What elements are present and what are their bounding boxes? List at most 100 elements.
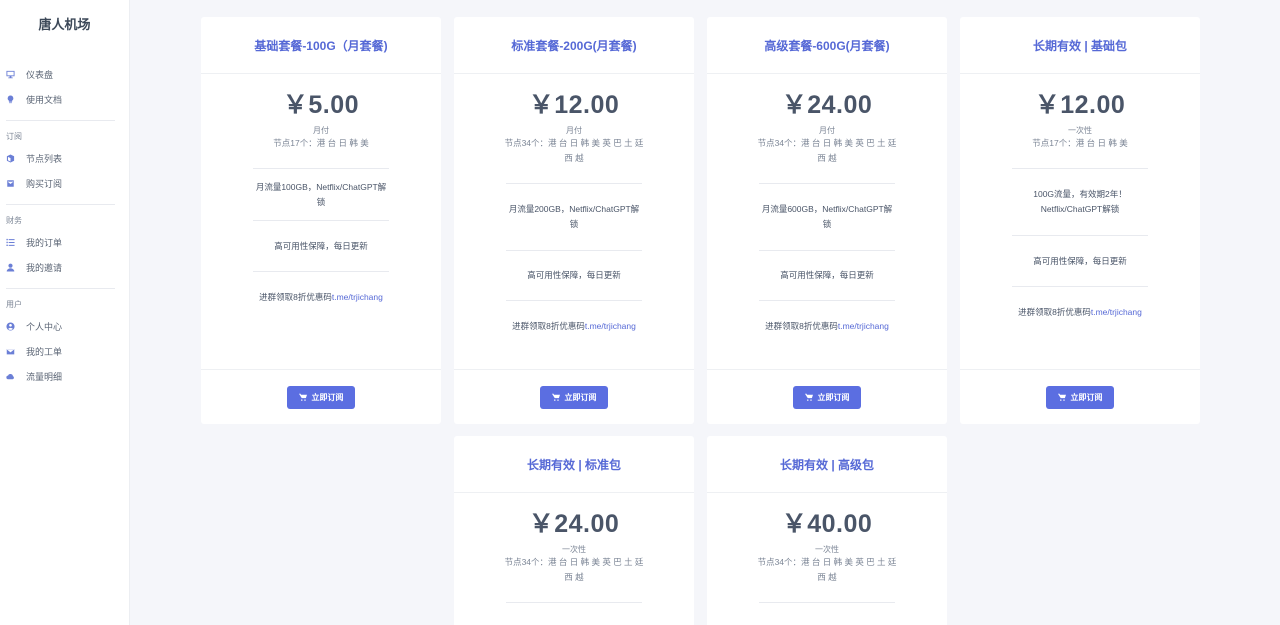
cart-icon	[804, 393, 813, 401]
plan-promo: 进群领取8折优惠码 t.me/trjichang	[759, 300, 895, 352]
plan-price: ￥12.00	[528, 91, 620, 119]
brand-title: 唐人机场	[38, 16, 91, 32]
plan-feature: 高可用性保障，每日更新	[1012, 235, 1148, 286]
plan-card: 高级套餐-600G(月套餐) ￥24.00 月付 节点34个：港 台 日 韩 美…	[707, 17, 947, 424]
plan-period: 一次性	[562, 545, 586, 554]
sidebar-item-label: 我的邀请	[26, 263, 63, 273]
promo-link[interactable]: t.me/trjichang	[332, 290, 383, 305]
user-circle-icon	[6, 322, 15, 331]
cart-icon	[6, 179, 15, 188]
plan-feature-text: 高可用性保障，每日更新	[527, 270, 621, 280]
plan-footer: 立即订阅	[960, 369, 1200, 424]
plan-feature-text: 月流量600GB，Netflix/ChatGPT解锁	[761, 204, 893, 229]
sidebar-item-buy[interactable]: 购买订阅	[0, 171, 129, 196]
plan-nodes: 节点17个：港 台 日 韩 美	[273, 138, 369, 148]
plan-card: 长期有效 | 高级包 ￥40.00 一次性 节点34个：港 台 日 韩 美 英 …	[707, 436, 947, 625]
cart-icon	[298, 393, 307, 401]
plan-period: 月付	[313, 126, 329, 135]
plan-nodes: 节点34个：港 台 日 韩 美 英 巴 土 廷 西 越	[504, 557, 644, 582]
plan-feature-text: 高可用性保障，每日更新	[274, 240, 368, 251]
promo-text: 进群领取8折优惠码	[1018, 307, 1091, 317]
cube-icon	[6, 154, 15, 163]
nav-section-title: 财务	[6, 216, 22, 225]
plan-feature: 高可用性保障，每日更新	[506, 250, 642, 300]
plan-nodes: 节点34个：港 台 日 韩 美 英 巴 土 廷 西 越	[504, 138, 644, 163]
subscribe-button[interactable]: 立即订阅	[540, 385, 608, 409]
sidebar-item-label: 个人中心	[26, 322, 63, 332]
plan-card: 基础套餐-100G（月套餐) ￥5.00 月付 节点17个：港 台 日 韩 美 …	[201, 17, 441, 424]
sidebar-item-label: 使用文档	[26, 95, 63, 105]
plan-footer: 立即订阅	[201, 369, 441, 424]
plan-feature: 月流量600GB，Netflix/ChatGPT解锁	[759, 183, 895, 250]
mail-icon	[6, 347, 15, 356]
sidebar-item-label: 流量明细	[26, 372, 63, 382]
subscribe-button[interactable]: 立即订阅	[1046, 385, 1114, 409]
bulb-icon	[6, 95, 15, 104]
sidebar-item-label: 我的工单	[26, 347, 63, 357]
plan-title: 高级套餐-600G(月套餐)	[707, 17, 947, 74]
list-icon	[6, 238, 15, 247]
user-icon	[6, 263, 15, 272]
cart-icon	[1057, 393, 1066, 401]
plan-feature: 高可用性保障，每日更新	[253, 220, 389, 271]
promo-link[interactable]: t.me/trjichang	[838, 319, 889, 334]
plan-price: ￥24.00	[781, 91, 873, 119]
sidebar-item-traffic[interactable]: 流量明细	[0, 364, 129, 389]
sidebar-item-label: 仪表盘	[26, 70, 54, 80]
sidebar: 唐人机场 仪表盘 使用文档 订阅 节点列表 购买订阅 财务 我的订单 我的邀请 …	[0, 0, 130, 625]
sidebar-item-profile[interactable]: 个人中心	[0, 314, 129, 339]
plan-footer: 立即订阅	[707, 369, 947, 424]
sidebar-item-dashboard[interactable]: 仪表盘	[0, 62, 129, 87]
sidebar-item-invite[interactable]: 我的邀请	[0, 255, 129, 280]
plan-price: ￥12.00	[1034, 91, 1126, 119]
plan-feature: 月流量200GB，Netflix/ChatGPT解锁	[506, 183, 642, 250]
sidebar-item-orders[interactable]: 我的订单	[0, 230, 129, 255]
plan-nodes: 节点34个：港 台 日 韩 美 英 巴 土 廷 西 越	[757, 557, 897, 582]
nav-section-title: 订阅	[6, 132, 22, 141]
plan-promo: 进群领取8折优惠码 t.me/trjichang	[506, 300, 642, 352]
plan-title: 长期有效 | 基础包	[960, 17, 1200, 74]
sidebar-item-tickets[interactable]: 我的工单	[0, 339, 129, 364]
sidebar-item-docs[interactable]: 使用文档	[0, 87, 129, 112]
plan-feature-text: 高可用性保障，每日更新	[780, 270, 874, 280]
plan-title: 标准套餐-200G(月套餐)	[454, 17, 694, 74]
promo-link[interactable]: t.me/trjichang	[1091, 305, 1142, 320]
plan-nodes: 节点17个：港 台 日 韩 美	[1032, 138, 1128, 148]
subscribe-label: 立即订阅	[817, 392, 850, 402]
subscribe-button[interactable]: 立即订阅	[287, 385, 355, 409]
plan-title: 基础套餐-100G（月套餐)	[201, 17, 441, 74]
plan-feature-text: 100G流量，有效期2年！Netflix/ChatGPT解锁	[1033, 189, 1127, 214]
plan-feature-text: 月流量100GB，Netflix/ChatGPT解锁	[255, 181, 387, 207]
plan-period: 月付	[566, 126, 582, 135]
cart-icon	[551, 393, 560, 401]
sidebar-item-label: 购买订阅	[26, 179, 63, 189]
cloud-icon	[6, 372, 15, 381]
subscribe-button[interactable]: 立即订阅	[793, 385, 861, 409]
sidebar-item-label: 我的订单	[26, 238, 63, 248]
plan-price: ￥40.00	[781, 510, 873, 538]
promo-text: 进群领取8折优惠码	[259, 291, 332, 302]
plan-price: ￥24.00	[528, 510, 620, 538]
plan-title: 长期有效 | 高级包	[707, 436, 947, 493]
plan-promo: 进群领取8折优惠码 t.me/trjichang	[1012, 286, 1148, 338]
plan-feature-text: 月流量200GB，Netflix/ChatGPT解锁	[508, 204, 640, 229]
sidebar-item-label: 节点列表	[26, 154, 63, 164]
plan-period: 一次性	[1068, 126, 1092, 135]
plan-nodes: 节点34个：港 台 日 韩 美 英 巴 土 廷 西 越	[757, 138, 897, 163]
promo-text: 进群领取8折优惠码	[765, 321, 838, 331]
plan-card: 长期有效 | 基础包 ￥12.00 一次性 节点17个：港 台 日 韩 美 10…	[960, 17, 1200, 424]
plan-feature: 月流量100GB，Netflix/ChatGPT解锁	[253, 168, 389, 220]
plan-feature-text: 高可用性保障，每日更新	[1033, 255, 1127, 266]
plan-feature	[759, 602, 895, 622]
plan-footer: 立即订阅	[454, 369, 694, 424]
plan-feature: 高可用性保障，每日更新	[759, 250, 895, 300]
promo-text: 进群领取8折优惠码	[512, 321, 585, 331]
sidebar-item-nodes[interactable]: 节点列表	[0, 146, 129, 171]
plan-card: 标准套餐-200G(月套餐) ￥12.00 月付 节点34个：港 台 日 韩 美…	[454, 17, 694, 424]
promo-link[interactable]: t.me/trjichang	[585, 319, 636, 334]
nav-section-title: 用户	[6, 300, 22, 309]
plan-promo: 进群领取8折优惠码 t.me/trjichang	[253, 271, 389, 322]
monitor-icon	[6, 70, 15, 79]
plan-title: 长期有效 | 标准包	[454, 436, 694, 493]
plan-card: 长期有效 | 标准包 ￥24.00 一次性 节点34个：港 台 日 韩 美 英 …	[454, 436, 694, 625]
